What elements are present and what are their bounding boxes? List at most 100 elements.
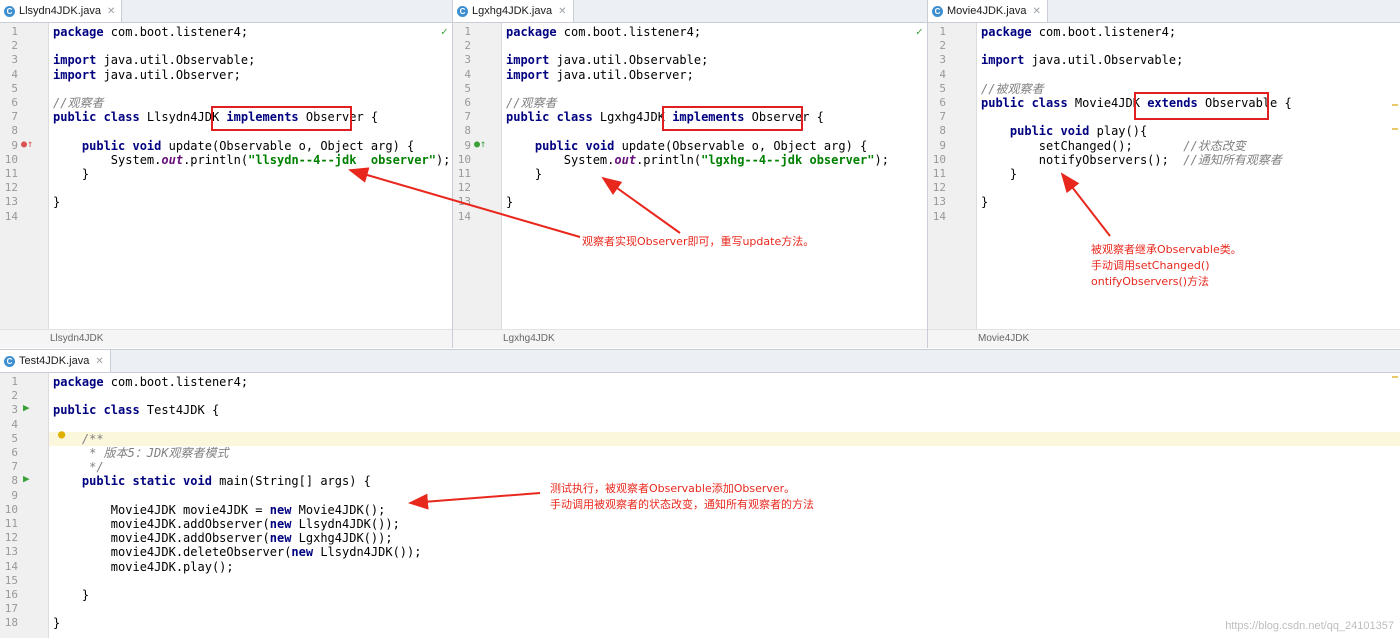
line-number: 4 xyxy=(464,67,471,81)
line-number: 4 xyxy=(11,417,18,431)
line-number: 10 xyxy=(4,502,18,516)
code-line: public void update(Observable o, Object … xyxy=(49,139,452,153)
code-line: } xyxy=(502,195,927,209)
line-number: 14 xyxy=(457,209,471,223)
code-token: public class xyxy=(981,96,1068,110)
code-token: package xyxy=(981,25,1032,39)
line-number: 16 xyxy=(4,588,18,601)
close-icon[interactable]: ✕ xyxy=(107,6,115,17)
line-number: 9 xyxy=(939,138,946,152)
line-number: 12 xyxy=(457,181,471,195)
tab-llsydn4jdk[interactable]: C Llsydn4JDK.java ✕ xyxy=(0,0,123,22)
code-token: public class xyxy=(53,403,140,418)
tab-label: Movie4JDK.java xyxy=(947,5,1027,17)
code-token: new xyxy=(269,531,292,546)
code-token: update(Observable o, Object arg) { xyxy=(161,138,415,153)
code-token: //观察者 xyxy=(506,96,557,110)
line-number: 12 xyxy=(932,181,946,195)
tab-test4jdk[interactable]: C Test4JDK.java ✕ xyxy=(0,350,111,372)
implementing-method-icon: ●↑ xyxy=(21,139,34,150)
line-number: 5 xyxy=(11,431,18,445)
code-line: } xyxy=(977,167,1400,181)
line-number: 5 xyxy=(464,81,471,95)
tab-bar: C Movie4JDK.java ✕ xyxy=(928,0,1400,23)
editor-pane-lgxhg: C Lgxhg4JDK.java ✕ 1 2 3 4 5 6 7 8 9 10 11 12 13 14 p… xyxy=(453,0,928,348)
code-token: } xyxy=(53,167,90,181)
line-number: 10 xyxy=(932,152,946,166)
code-area[interactable]: package com.boot.listener4; import java.u… xyxy=(502,23,927,348)
code-token: play(){ xyxy=(1089,124,1148,139)
code-token: out xyxy=(614,152,637,167)
code-token: Llsydn4JDK()); xyxy=(291,517,400,531)
code-token: java.util.Observer; xyxy=(96,67,241,82)
code-token: import xyxy=(53,53,97,68)
code-line: System.out.println("lgxhg--4--jdk observ… xyxy=(502,153,927,167)
breadcrumb: Llsydn4JDK xyxy=(0,329,452,348)
code-line: import java.util.Observer; xyxy=(49,68,452,82)
code-token: } xyxy=(53,616,61,631)
code-token: com.boot.listener4; xyxy=(1031,25,1177,39)
editor-pane-llsydn: C Llsydn4JDK.java ✕ 1 2 3 4 5 6 7 8 9 10 11 12 13 14 … xyxy=(0,0,453,348)
line-gutter: 1 2 3 4 5 6 7 8 9 10 11 12 13 14 xyxy=(928,23,977,348)
code-token: java.util.Observable; xyxy=(1024,53,1184,68)
line-number: 7 xyxy=(11,110,18,124)
run-icon[interactable]: ▶ xyxy=(23,472,30,485)
code-token: import xyxy=(506,53,550,68)
lightbulb-icon[interactable]: ● xyxy=(58,427,65,441)
line-number: 11 xyxy=(932,167,946,180)
code-token: Lgxhg4JDK()); xyxy=(291,531,393,546)
close-icon[interactable]: ✕ xyxy=(1032,6,1040,17)
line-number: 1 xyxy=(11,25,18,38)
line-number: 9 xyxy=(11,488,18,502)
code-line: import java.util.Observable; xyxy=(977,53,1400,67)
java-class-icon: C xyxy=(4,355,15,367)
code-token: new xyxy=(269,517,292,531)
code-line: */ xyxy=(49,460,1400,474)
line-number: 8 xyxy=(11,474,18,488)
code-token: package xyxy=(53,375,104,389)
line-number: 13 xyxy=(932,195,946,209)
code-token: import xyxy=(506,67,550,82)
code-line: import java.util.Observable; xyxy=(49,53,452,67)
code-area[interactable]: package com.boot.listener4; import java.u… xyxy=(977,23,1400,348)
line-number: 7 xyxy=(464,110,471,124)
line-number: 1 xyxy=(464,25,471,38)
code-line: import java.util.Observable; xyxy=(502,53,927,67)
line-number: 8 xyxy=(939,124,946,138)
code-line: System.out.println("llsydn--4--jdk obser… xyxy=(49,153,452,167)
close-icon[interactable]: ✕ xyxy=(95,356,103,367)
code-area[interactable]: package com.boot.listener4; import java.u… xyxy=(49,23,452,348)
line-number: 3 xyxy=(464,53,471,67)
tab-label: Test4JDK.java xyxy=(19,355,90,367)
run-icon[interactable]: ▶ xyxy=(23,401,30,414)
code-token: } xyxy=(981,167,1018,181)
line-gutter: 1 2 3 4 5 6 7 8 9 10 11 12 13 14 xyxy=(0,23,49,348)
code-token: //被观察者 xyxy=(981,81,1044,96)
line-number: 12 xyxy=(4,531,18,545)
line-number: 3 xyxy=(11,53,18,67)
code-token: } xyxy=(506,195,514,210)
code-line: package com.boot.listener4; xyxy=(502,25,927,39)
code-line: movie4JDK.addObserver(new Llsydn4JDK()); xyxy=(49,517,1400,531)
line-number: 9 xyxy=(11,138,18,152)
code-line: } xyxy=(502,167,927,181)
code-token: */ xyxy=(89,460,104,475)
code-token: public class xyxy=(506,110,593,125)
tab-label: Lgxhg4JDK.java xyxy=(472,5,553,17)
tab-lgxhg4jdk[interactable]: C Lgxhg4JDK.java ✕ xyxy=(453,0,574,22)
code-line: } xyxy=(49,195,452,209)
code-line: package com.boot.listener4; xyxy=(977,25,1400,39)
tab-movie4jdk[interactable]: C Movie4JDK.java ✕ xyxy=(928,0,1048,22)
code-line: movie4JDK.deleteObserver(new Llsydn4JDK(… xyxy=(49,545,1400,559)
code-line: } xyxy=(49,588,1400,602)
annotation-line: 被观察者继承Observable类。 xyxy=(1091,243,1242,256)
close-icon[interactable]: ✕ xyxy=(558,6,566,17)
